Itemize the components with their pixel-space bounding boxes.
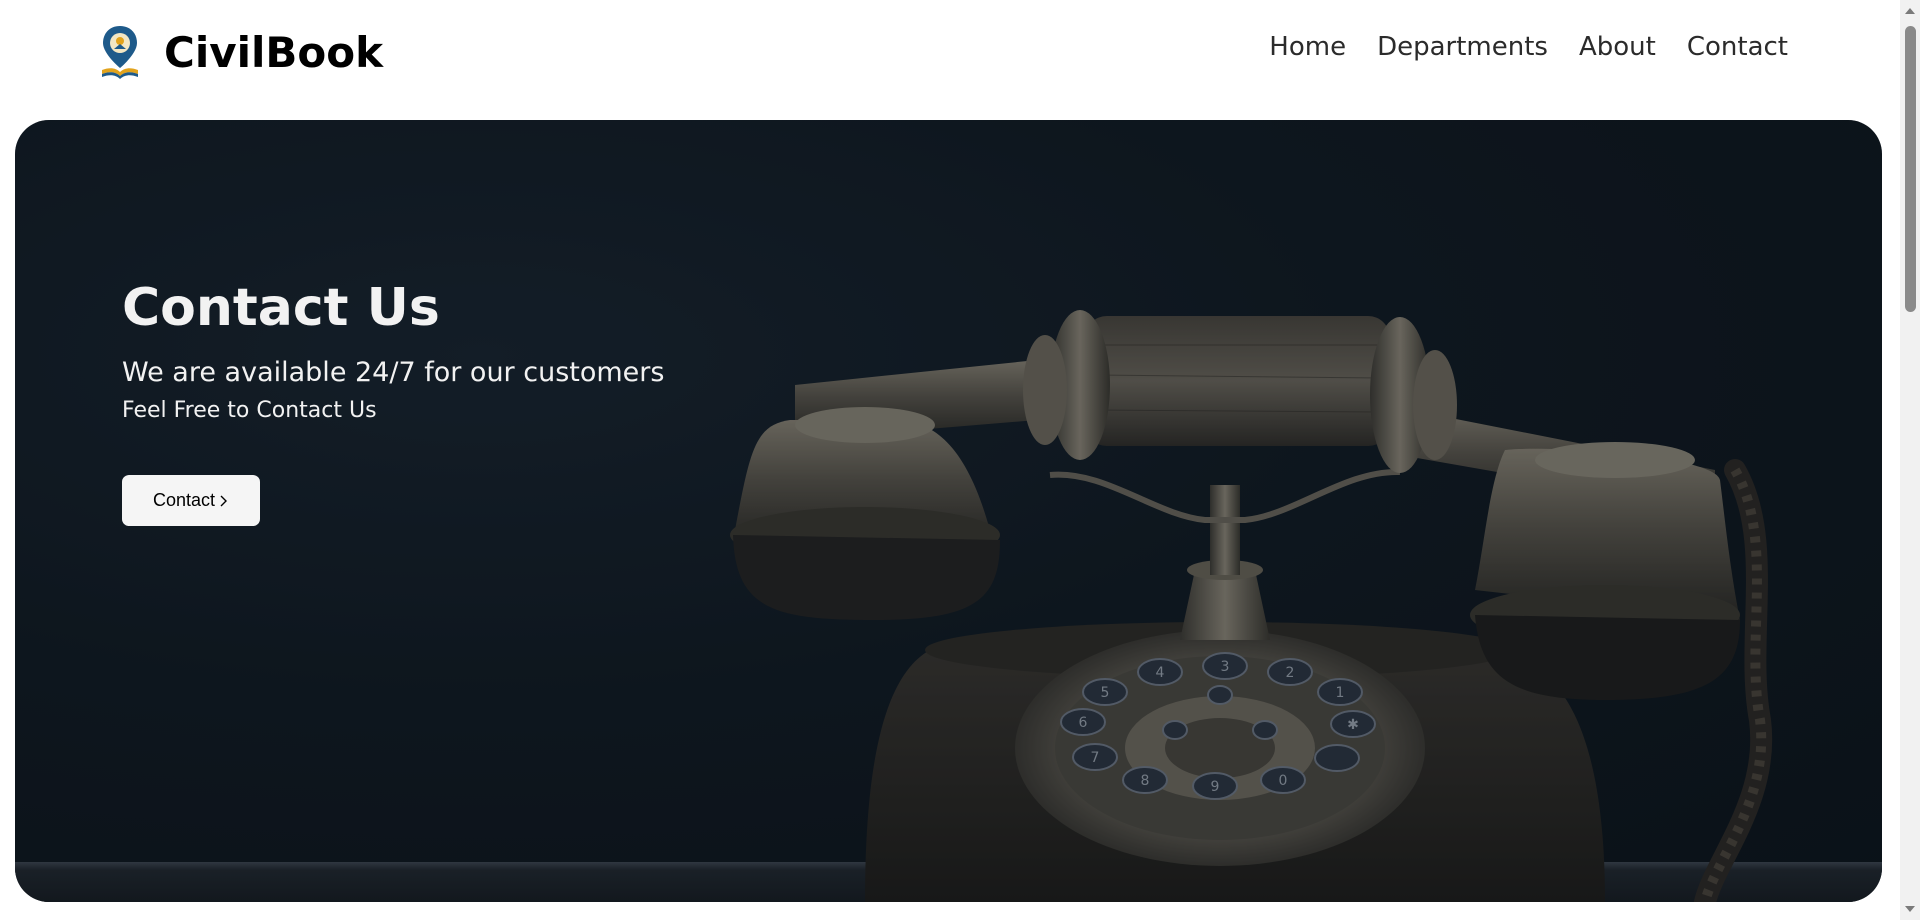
- contact-button-label: Contact: [152, 490, 216, 511]
- scroll-down-arrow-icon[interactable]: [1903, 902, 1917, 916]
- hero-banner: 1 2 3 4 5 6 7 8 9 0 ✱ Contact Us We are …: [15, 120, 1882, 902]
- page-scrollbar[interactable]: [1900, 0, 1920, 920]
- page: CivilBook Home Departments About Contact: [0, 0, 1920, 920]
- hero-subtitle: We are available 24/7 for our customers: [122, 357, 665, 389]
- nav-departments[interactable]: Departments: [1377, 32, 1548, 62]
- scrollbar-thumb[interactable]: [1905, 26, 1916, 312]
- contact-button[interactable]: Contact: [122, 475, 260, 527]
- brand-name: CivilBook: [164, 27, 384, 77]
- scroll-up-arrow-icon[interactable]: [1903, 4, 1917, 18]
- hero-tagline: Feel Free to Contact Us: [122, 398, 377, 424]
- nav-home[interactable]: Home: [1269, 32, 1346, 62]
- site-header: CivilBook Home Departments About Contact: [0, 0, 1900, 110]
- hero-content: Contact Us We are available 24/7 for our…: [122, 278, 822, 527]
- map-pin-book-icon: [102, 26, 138, 79]
- hero-title: Contact Us: [122, 278, 440, 338]
- brand[interactable]: CivilBook: [98, 22, 383, 82]
- nav-contact[interactable]: Contact: [1687, 32, 1788, 62]
- nav-about[interactable]: About: [1579, 32, 1656, 62]
- chevron-right-icon: [220, 495, 228, 507]
- main-nav: Home Departments About Contact: [1269, 32, 1788, 62]
